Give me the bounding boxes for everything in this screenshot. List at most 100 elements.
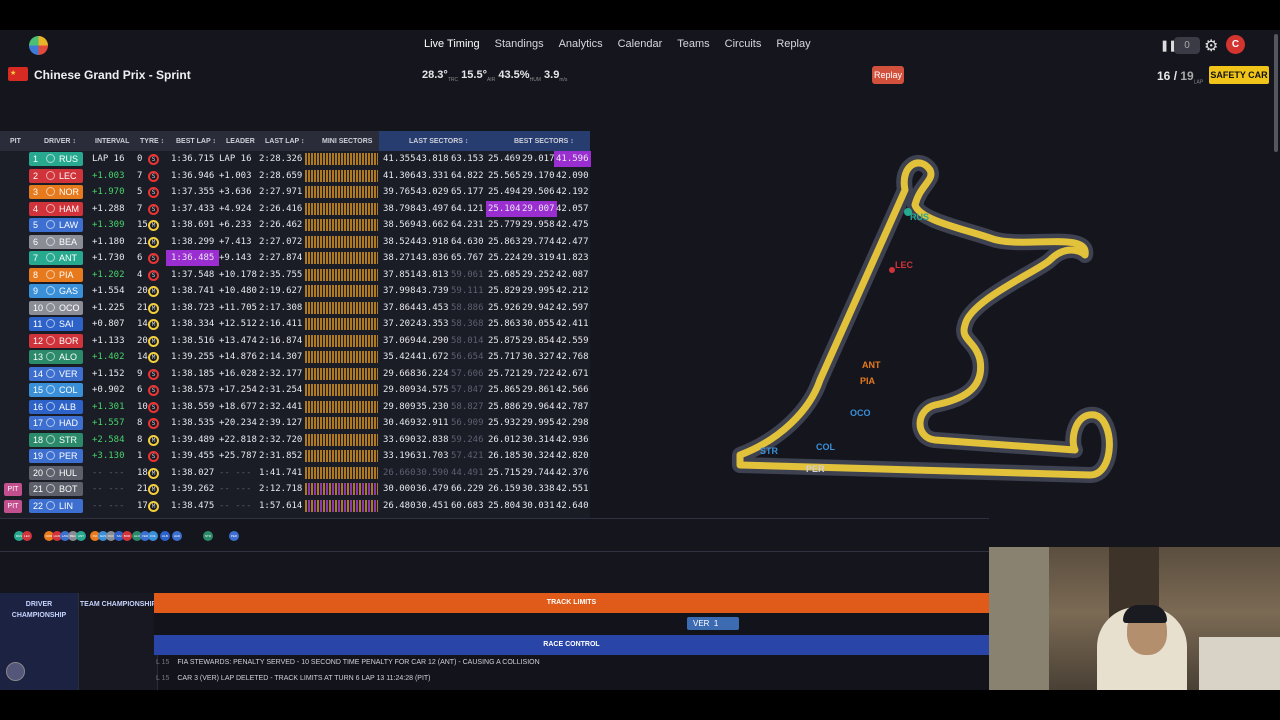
air-temp: 15.5° [461,69,487,81]
driver-badge[interactable]: 16 ALB [29,399,83,414]
replay-badge[interactable]: Replay [872,66,904,84]
driver-badge[interactable]: 8 PIA [29,267,83,282]
driver-badge[interactable]: 3 NOR [29,185,83,199]
mini-sectors-bar [305,202,378,215]
assistant-button[interactable] [6,662,25,681]
header-last-lap[interactable]: LAST LAP ↕ [265,138,305,145]
driver-badge[interactable]: 18 STR [29,432,83,447]
gap-dot-str[interactable]: STR [203,531,213,541]
best-lap-cell: 1:37.433 [171,203,215,214]
nav-live-timing[interactable]: Live Timing [424,38,480,50]
table-row[interactable]: 6 BEA +1.180 21 M 1:38.299 +7.413 2:27.072 38.52… [0,234,590,251]
driver-code: HUL [59,467,78,478]
best-sector-cell: 29.995 [522,418,555,428]
mini-sectors-bar [305,169,378,182]
table-row[interactable]: 7 ANT +1.730 6 S 1:36.485 +9.143 2:27.874 38.271… [0,250,590,267]
driver-badge[interactable]: 7 ANT [29,251,83,265]
driver-badge[interactable]: 11 SAI [29,317,83,331]
table-row[interactable]: 13 ALO +1.402 14 M 1:39.255 +14.876 2:14.307 35.… [0,349,590,366]
app-logo[interactable] [29,36,48,55]
header-best-lap[interactable]: BEST LAP ↕ [176,138,216,145]
page-scrollbar[interactable] [1274,34,1278,152]
table-row[interactable]: 4 HAM +1.288 7 S 1:37.433 +4.924 2:26.416 38.798… [0,200,590,218]
position: 20 [33,467,44,478]
last-sector-cell: 32.911 [416,418,449,428]
last-lap-cell: 2:16.411 [259,319,303,329]
gap-dot-ant[interactable]: ANT [76,531,86,541]
gear-icon[interactable]: ⚙ [1204,36,1218,56]
table-row[interactable]: 17 HAD +1.557 8 S 1:38.535 +20.234 2:39.127 30.4… [0,415,590,432]
driver-badge[interactable]: 9 GAS [29,284,83,298]
table-row[interactable]: 1 RUS LAP 16 0 S 1:36.715 LAP 16 2:28.326 41.355… [0,151,591,168]
header-last-sectors[interactable]: LAST SECTORS ↕ [409,138,468,145]
driver-badge[interactable]: 14 VER [29,366,83,381]
nav-analytics[interactable]: Analytics [559,38,603,50]
stint-laps: 7 [137,203,143,214]
best-sector-cell: 30.031 [522,500,555,511]
gap-dot-per[interactable]: PER [229,531,239,541]
driver-badge[interactable]: 19 PER [29,449,83,463]
nav-calendar[interactable]: Calendar [618,38,663,50]
last-sector-cell: 37.202 [383,319,416,329]
driver-badge[interactable]: 6 BEA [29,234,83,249]
nav-replay[interactable]: Replay [776,38,810,50]
nav-circuits[interactable]: Circuits [725,38,762,50]
gap-dot-had[interactable]: HAD [172,531,182,541]
team-championship-button[interactable]: TEAM CHAMPIONSHIP [79,593,158,690]
nav-standings[interactable]: Standings [495,38,544,50]
gap-dot-lec[interactable]: LEC [22,531,32,541]
header-best-sectors[interactable]: BEST SECTORS ↕ [514,138,574,145]
table-row[interactable]: 5 LAW +1.309 15 M 1:38.691 +6.233 2:26.462 38.56… [0,217,590,234]
gap-dot-alb[interactable]: ALB [160,531,170,541]
driver-badge[interactable]: 4 HAM [29,201,83,216]
nav-teams[interactable]: Teams [677,38,709,50]
position: 2 [33,170,39,181]
table-row[interactable]: 14 VER +1.152 9 S 1:38.185 +16.028 2:32.177 29.6… [0,366,590,383]
interval-cell: +0.902 [92,385,125,395]
leader-gap-cell: +13.474 [219,335,257,346]
tyre-icon: M [148,352,159,363]
driver-badge[interactable]: 21 BOT [29,482,83,496]
header-driver[interactable]: DRIVER ↕ [44,138,76,145]
table-row[interactable]: 3 NOR +1.970 5 S 1:37.355 +3.636 2:27.971 39.765… [0,184,590,201]
webcam-wall [989,547,1049,690]
table-row[interactable]: 9 GAS +1.554 20 M 1:38.741 +10.480 2:19.627 37.9… [0,283,590,300]
last-sector-cell: 38.798 [383,203,416,214]
header-tyre[interactable]: TYRE ↕ [140,138,164,145]
table-row[interactable]: PIT 21 BOT -- --- 21 M 1:39.262 -- --- 2:12.718 3… [0,481,590,498]
last-sector-cell: 66.229 [451,484,484,494]
driver-badge[interactable]: 13 ALO [29,350,83,364]
driver-code: PIA [59,269,74,280]
best-sector-cell: 25.863 [488,236,521,247]
track-limits-chip: VER 1 [687,617,739,630]
driver-badge[interactable]: 12 BOR [29,333,83,348]
tyre-icon: S [148,253,159,264]
table-row[interactable]: 10 OCO +1.225 21 M 1:38.723 +11.705 2:17.308 37.… [0,300,590,317]
table-row[interactable]: 18 STR +2.584 8 M 1:39.489 +22.818 2:32.720 33.6… [0,432,590,449]
last-sector-cell: 63.153 [451,154,484,164]
gap-dot-col[interactable]: COL [148,531,158,541]
driver-badge[interactable]: 5 LAW [29,218,83,232]
table-row[interactable]: 20 HUL -- --- 18 M 1:38.027 -- --- 1:41.741 26.6… [0,465,590,482]
driver-badge[interactable]: 20 HUL [29,465,83,480]
driver-badge[interactable]: 22 LIN [29,498,83,513]
driver-badge[interactable]: 17 HAD [29,416,83,430]
gap-dot-bor[interactable]: BOR [122,531,132,541]
last-sector-cell: 43.029 [416,187,449,197]
table-row[interactable]: 16 ALB +1.301 10 S 1:38.559 +18.677 2:32.441 29.… [0,399,590,416]
driver-badge[interactable]: 2 LEC [29,168,83,183]
table-row[interactable]: 19 PER +3.130 1 S 1:39.455 +25.787 2:31.852 33.1… [0,448,590,465]
driver-badge[interactable]: 10 OCO [29,300,83,315]
interval-cell: +3.130 [92,451,125,461]
driver-badge[interactable]: 15 COL [29,383,83,397]
table-row[interactable]: 15 COL +0.902 6 S 1:38.573 +17.254 2:31.254 29.8… [0,382,590,399]
table-row[interactable]: 12 BOR +1.133 20 M 1:38.516 +13.474 2:16.874 37.… [0,333,590,350]
tyre-icon: M [148,220,159,231]
table-row[interactable]: PIT 22 LIN -- --- 17 M 1:38.475 -- --- 1:57.614 2… [0,498,590,515]
delay-toggle[interactable]: 0 [1174,37,1200,54]
driver-badge[interactable]: 1 RUS [29,152,83,166]
table-row[interactable]: 11 SAI +0.807 14 M 1:38.334 +12.512 2:16.411 37.… [0,316,590,333]
table-row[interactable]: 8 PIA +1.202 4 S 1:37.548 +10.178 2:35.755 37.85… [0,267,590,284]
table-row[interactable]: 2 LEC +1.003 7 S 1:36.946 +1.003 2:28.659 41.306… [0,168,590,185]
user-avatar[interactable]: C [1226,35,1245,54]
